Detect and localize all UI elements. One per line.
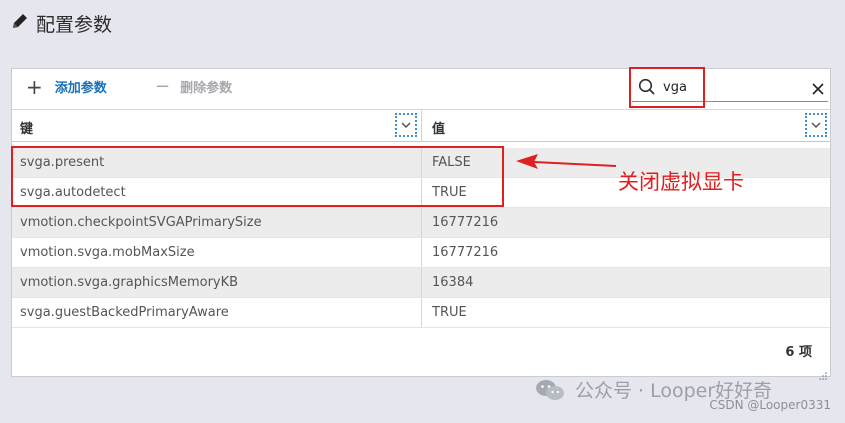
key-cell: vmotion.checkpointSVGAPrimarySize	[20, 215, 262, 230]
cell-divider	[421, 238, 422, 267]
wechat-icon	[536, 379, 564, 400]
delete-param-label: 删除参数	[180, 81, 233, 96]
minus-icon: −	[155, 75, 171, 97]
key-cell: svga.guestBackedPrimaryAware	[20, 305, 229, 320]
value-cell: 16384	[432, 275, 474, 290]
value-filter-button[interactable]	[805, 113, 827, 137]
add-param-label: 添加参数	[54, 81, 107, 96]
delete-param-button[interactable]: − 删除参数	[155, 77, 232, 96]
page-title: 配置参数	[36, 13, 113, 36]
column-divider[interactable]	[421, 110, 422, 141]
csdn-watermark: CSDN @Looper0331	[709, 398, 831, 412]
chevron-down-icon	[401, 122, 411, 129]
item-count: 6 项	[785, 345, 812, 360]
config-params-panel: + 添加参数 − 删除参数 键 值 svga.present	[11, 68, 831, 380]
value-cell: 16777216	[432, 215, 499, 230]
cell-divider	[421, 208, 422, 237]
annotation-text: 关闭虚拟显卡	[618, 170, 744, 194]
close-icon[interactable]	[812, 80, 824, 95]
add-param-button[interactable]: + 添加参数	[26, 74, 107, 99]
column-header-key[interactable]: 键	[20, 118, 33, 137]
cell-divider	[421, 268, 422, 297]
table-row[interactable]: vmotion.checkpointSVGAPrimarySize 167772…	[12, 208, 830, 238]
table-header: 键 值	[12, 109, 830, 142]
value-cell: 16777216	[432, 245, 499, 260]
value-cell: TRUE	[432, 305, 467, 320]
toolbar: + 添加参数 − 删除参数	[12, 69, 830, 107]
column-header-value[interactable]: 值	[432, 118, 445, 137]
resize-grip-icon[interactable]	[819, 365, 827, 380]
chevron-down-icon	[811, 122, 821, 129]
table-row[interactable]: vmotion.svga.graphicsMemoryKB 16384	[12, 268, 830, 298]
key-cell: vmotion.svga.graphicsMemoryKB	[20, 275, 239, 290]
plus-icon: +	[26, 74, 43, 99]
key-cell: vmotion.svga.mobMaxSize	[20, 245, 195, 260]
table-row[interactable]: vmotion.svga.mobMaxSize 16777216	[12, 238, 830, 268]
pencil-icon	[10, 11, 30, 35]
table-row[interactable]: svga.guestBackedPrimaryAware TRUE	[12, 298, 830, 328]
arrow-left-icon	[516, 154, 617, 169]
rows-highlight-box	[11, 146, 504, 207]
search-highlight-box	[629, 67, 705, 108]
key-filter-button[interactable]	[395, 113, 417, 137]
page-header: 配置参数	[10, 8, 112, 38]
cell-divider	[421, 298, 422, 327]
